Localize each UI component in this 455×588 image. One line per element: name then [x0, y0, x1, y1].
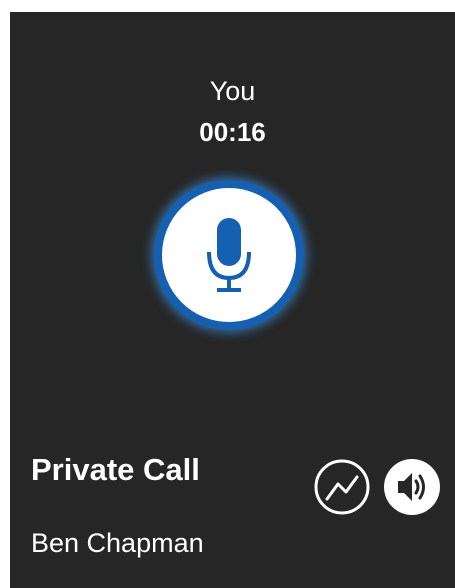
microphone-icon [207, 218, 251, 292]
contact-name: Ben Chapman [31, 528, 204, 558]
call-timer: 00:16 [199, 117, 266, 147]
call-screen: You 00:16 Private Call Ben Chapman [10, 12, 455, 588]
call-stats-button[interactable] [313, 458, 371, 516]
signal-graph-icon [314, 459, 370, 515]
speaker-label: You [209, 76, 256, 106]
speaker-button[interactable] [383, 458, 441, 516]
call-type-label: Private Call [31, 452, 200, 487]
push-to-talk-button[interactable] [154, 180, 304, 330]
speaker-icon [384, 459, 440, 515]
